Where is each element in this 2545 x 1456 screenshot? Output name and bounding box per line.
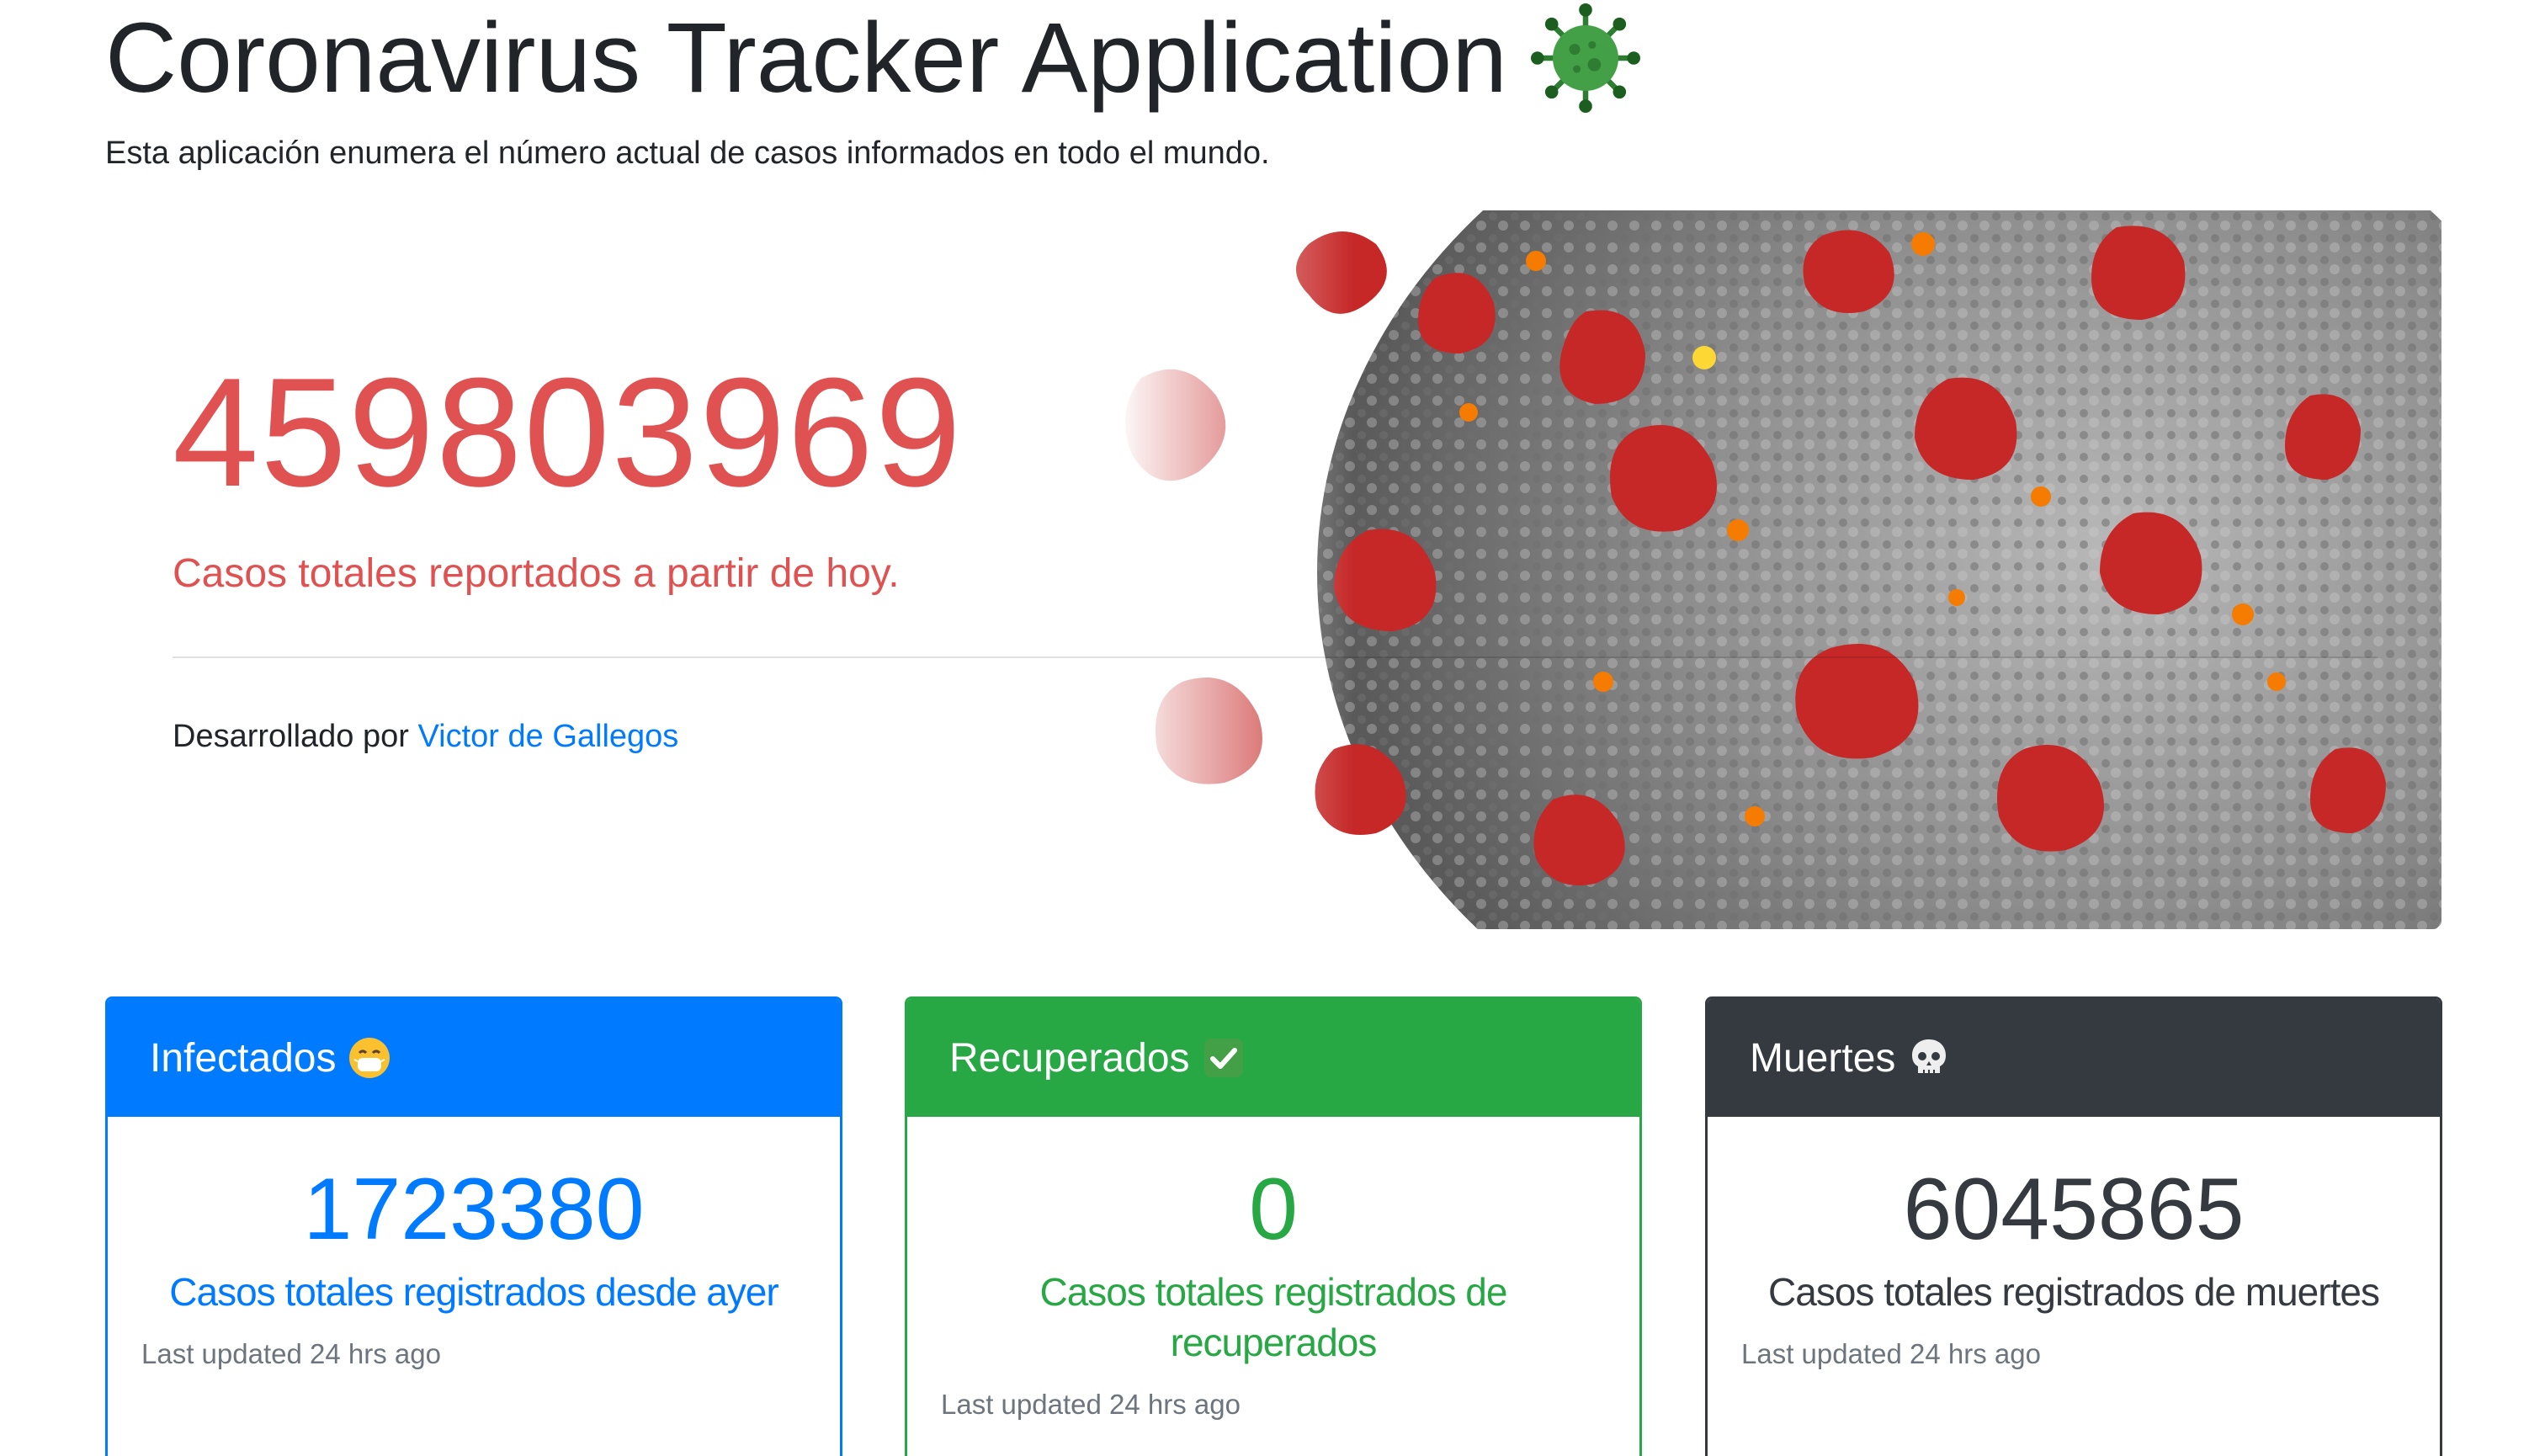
deaths-last-updated: Last updated 24 hrs ago bbox=[1741, 1338, 2041, 1369]
credits-prefix: Desarrollado por bbox=[173, 719, 409, 754]
check-mark-icon bbox=[1203, 1039, 1243, 1077]
hero-jumbotron: 459803969 Casos totales reportados a par… bbox=[105, 210, 2441, 929]
page-title-text: Coronavirus Tracker Application bbox=[105, 3, 1507, 114]
mask-face-icon bbox=[349, 1038, 391, 1078]
virus-icon bbox=[1530, 3, 1640, 113]
coronavirus-illustration bbox=[1115, 210, 2441, 929]
infected-card-header: Infectados bbox=[108, 999, 840, 1117]
skull-icon bbox=[1912, 1039, 1947, 1073]
deaths-count: 6045865 bbox=[1903, 1161, 2245, 1258]
author-link[interactable]: Victor de Gallegos bbox=[417, 719, 678, 754]
divider bbox=[173, 656, 2378, 658]
infected-caption: Casos totales registrados desde ayer bbox=[169, 1270, 778, 1314]
total-cases-caption: Casos totales reportados a partir de hoy… bbox=[173, 551, 900, 596]
deaths-caption: Casos totales registrados de muertes bbox=[1768, 1270, 2380, 1314]
infected-last-updated: Last updated 24 hrs ago bbox=[141, 1338, 441, 1369]
total-cases-number: 459803969 bbox=[173, 345, 963, 518]
recovered-card: Recuperados 0 Casos totales registrados … bbox=[905, 996, 1642, 1456]
infected-card: Infectados 1723380 Casos totales registr… bbox=[105, 996, 842, 1456]
deaths-card: Muertes 6045865 Casos totales registrado… bbox=[1705, 996, 2442, 1456]
infected-card-title: Infectados bbox=[150, 1035, 337, 1081]
deaths-card-title: Muertes bbox=[1750, 1035, 1896, 1081]
recovered-caption: Casos totales registrados de recuperados bbox=[1039, 1270, 1508, 1364]
recovered-card-header: Recuperados bbox=[907, 999, 1639, 1117]
page: Coronavirus Tracker Application Esta apl… bbox=[0, 0, 2545, 1456]
infected-count: 1723380 bbox=[303, 1161, 645, 1258]
page-title: Coronavirus Tracker Application bbox=[105, 3, 1640, 113]
hero-content: 459803969 Casos totales reportados a par… bbox=[173, 210, 2378, 929]
credits: Desarrollado por Victor de Gallegos bbox=[173, 715, 678, 757]
page-subtitle: Esta aplicación enumera el número actual… bbox=[105, 136, 1270, 171]
infected-card-body: 1723380 Casos totales registrados desde … bbox=[108, 1159, 840, 1373]
recovered-card-body: 0 Casos totales registrados de recuperad… bbox=[907, 1159, 1639, 1423]
deaths-card-body: 6045865 Casos totales registrados de mue… bbox=[1708, 1159, 2440, 1373]
recovered-card-title: Recuperados bbox=[949, 1035, 1190, 1081]
deaths-card-header: Muertes bbox=[1708, 999, 2440, 1117]
recovered-last-updated: Last updated 24 hrs ago bbox=[941, 1389, 1241, 1420]
recovered-count: 0 bbox=[1249, 1161, 1298, 1258]
